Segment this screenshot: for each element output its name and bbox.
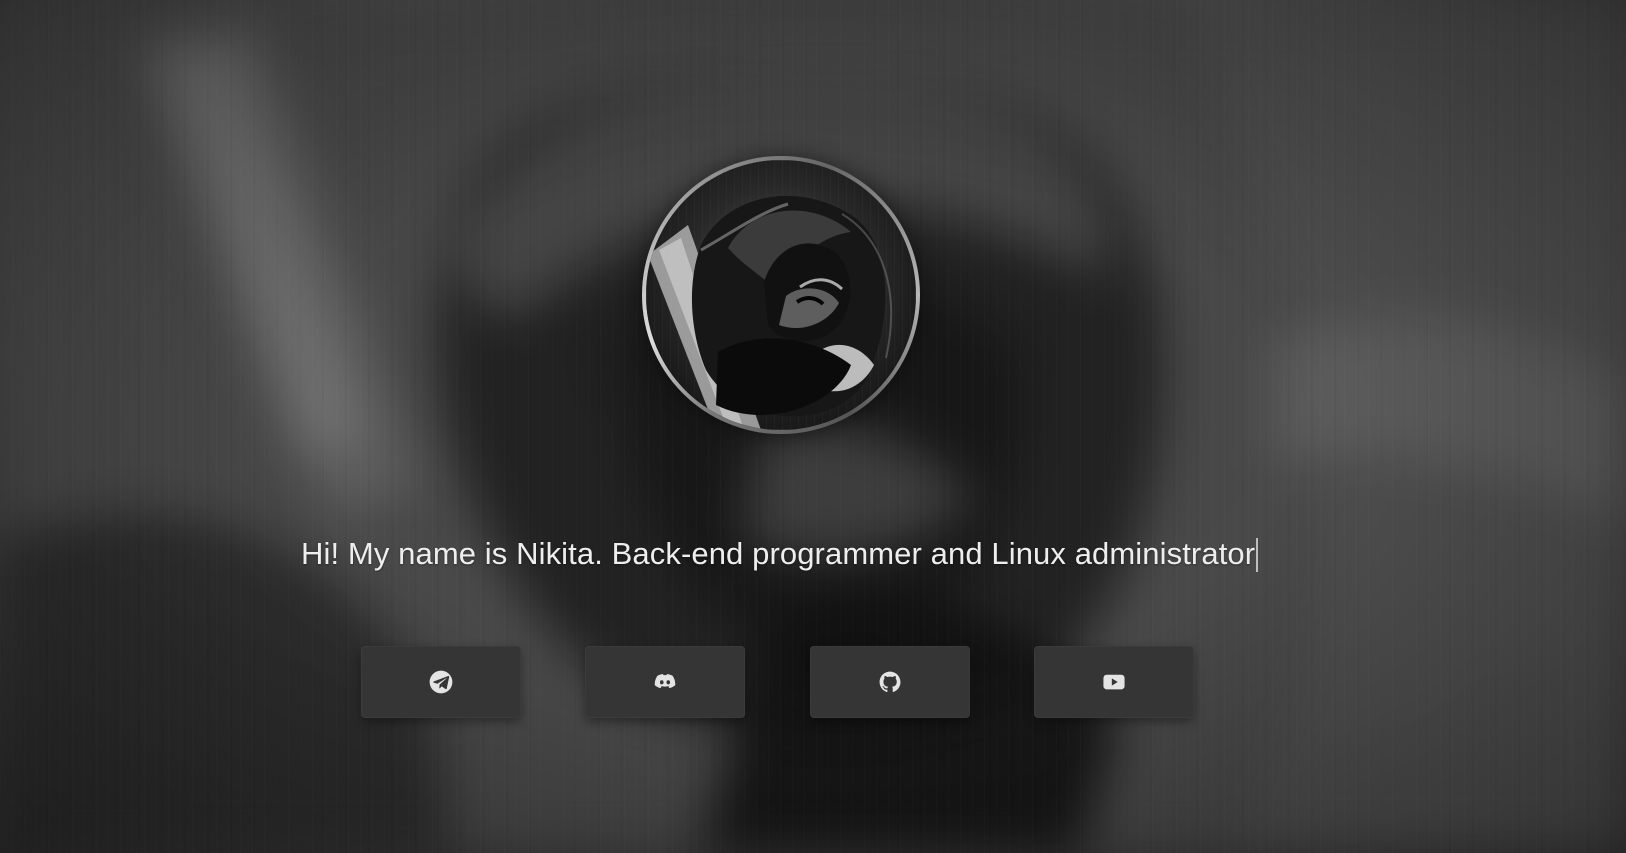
youtube-icon (1103, 674, 1125, 690)
youtube-button[interactable] (1034, 646, 1194, 718)
intro-text-line: Hi! My name is Nikita. Back-end programm… (301, 534, 1325, 576)
social-links (361, 646, 1195, 718)
github-button[interactable] (810, 646, 970, 718)
github-icon (879, 671, 901, 693)
typing-cursor (1256, 538, 1259, 572)
discord-button[interactable] (585, 646, 745, 718)
profile-avatar (642, 156, 920, 434)
intro-text: Hi! My name is Nikita. Back-end programm… (301, 536, 1256, 571)
profile-page: Hi! My name is Nikita. Back-end programm… (0, 0, 1626, 853)
discord-icon (654, 674, 676, 689)
telegram-icon (429, 670, 453, 694)
telegram-button[interactable] (361, 646, 521, 718)
avatar-image (646, 160, 916, 430)
